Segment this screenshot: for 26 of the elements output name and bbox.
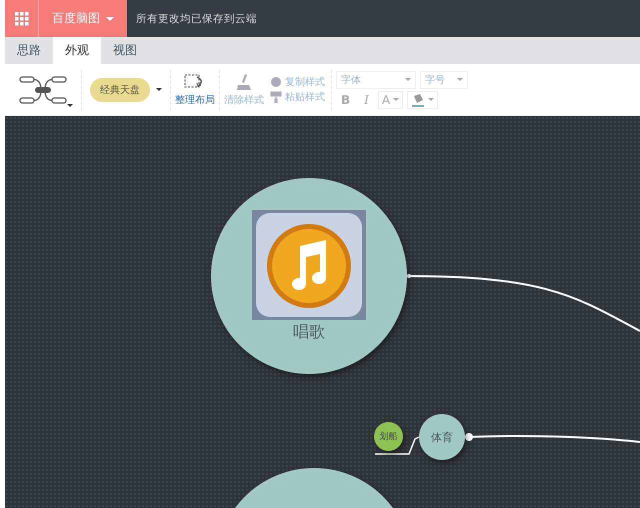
theme-button[interactable]: 经典天盘	[90, 78, 150, 102]
tab[interactable]: 思路	[5, 37, 53, 64]
bold-button[interactable]: B	[336, 92, 356, 106]
size-select[interactable]: 字号	[420, 70, 468, 88]
tab[interactable]: 视图	[101, 37, 149, 64]
app-menu-button[interactable]: 百度脑图	[39, 0, 127, 37]
save-status: 所有更改均已保存到云端	[136, 12, 257, 26]
mind-map-node[interactable]: 唱歌	[211, 178, 407, 374]
music-note-icon	[252, 210, 366, 320]
italic-button[interactable]: I	[359, 92, 374, 106]
action-button[interactable]: 整理布局	[175, 92, 215, 106]
tab[interactable]: 外观	[53, 37, 101, 64]
grid-icon	[14, 12, 28, 26]
mind-map-node[interactable]: 划船	[374, 422, 403, 451]
background-color-button[interactable]	[407, 90, 438, 108]
paint-roller-icon	[270, 91, 282, 103]
connector-dot	[407, 274, 411, 278]
connector-dot	[465, 433, 473, 441]
mind-map-layout-icon	[19, 74, 67, 104]
font-color-button[interactable]: A	[378, 90, 404, 108]
caret-icon[interactable]	[67, 104, 73, 110]
eraser-icon	[235, 72, 253, 90]
font-select[interactable]: 字体	[336, 70, 416, 88]
apps-button[interactable]	[5, 0, 39, 37]
mind-map-node[interactable]: 体育	[419, 414, 465, 460]
node-label: 唱歌	[293, 322, 325, 342]
